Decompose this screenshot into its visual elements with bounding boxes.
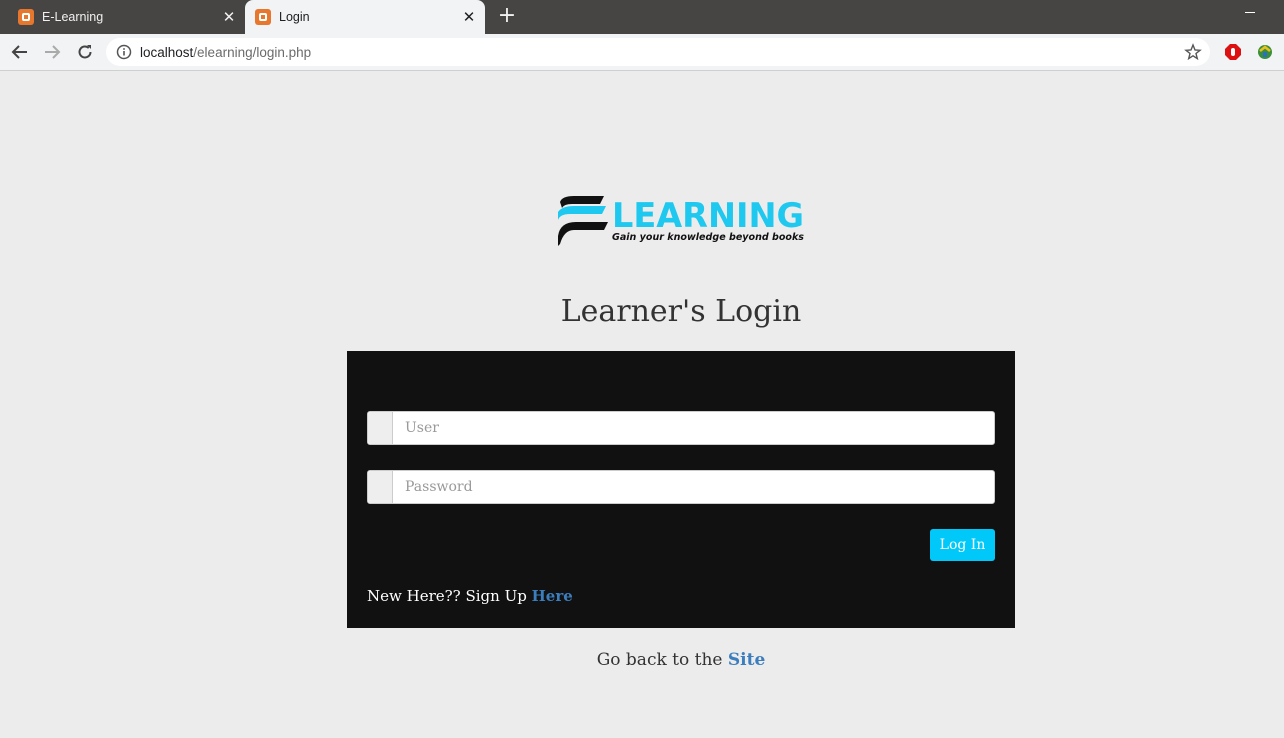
logo-wordmark: LEARNING: [612, 196, 804, 236]
new-tab-icon[interactable]: +: [496, 5, 518, 29]
password-field: [367, 470, 995, 504]
user-field: [367, 411, 995, 445]
go-back-prefix: Go back to the: [596, 650, 723, 670]
signup-link[interactable]: Here: [532, 587, 573, 605]
idm-extension-icon[interactable]: [1256, 43, 1274, 61]
tab-e-learning[interactable]: E-Learning ✕: [8, 0, 245, 34]
signup-prefix: New Here?? Sign Up: [367, 587, 527, 605]
back-arrow-icon[interactable]: [8, 40, 32, 64]
e-learning-logo: LEARNING Gain your knowledge beyond book…: [556, 194, 806, 248]
user-addon: [368, 412, 393, 444]
close-tab-icon[interactable]: ✕: [217, 8, 241, 26]
xampp-favicon-icon: [255, 9, 271, 25]
url-text: localhost/elearning/login.php: [140, 44, 312, 60]
page-title: Learner's Login: [560, 294, 802, 329]
tab-login[interactable]: Login ✕: [245, 0, 485, 34]
login-form: Log In New Here?? Sign Up Here: [347, 351, 1015, 628]
browser-toolbar: localhost/elearning/login.php: [0, 34, 1284, 71]
go-back-text: Go back to the Site: [0, 650, 1284, 670]
signup-text: New Here?? Sign Up Here: [367, 587, 573, 605]
address-bar[interactable]: localhost/elearning/login.php: [106, 38, 1210, 66]
logo-tagline: Gain your knowledge beyond books: [612, 232, 804, 243]
close-tab-icon[interactable]: ✕: [457, 8, 481, 26]
xampp-favicon-icon: [18, 9, 34, 25]
reload-icon[interactable]: [73, 40, 97, 64]
site-link[interactable]: Site: [728, 650, 765, 670]
user-input[interactable]: [393, 412, 994, 444]
login-button[interactable]: Log In: [930, 529, 995, 561]
tab-title: Login: [279, 10, 310, 24]
minimize-window-icon[interactable]: [1238, 12, 1262, 14]
tab-strip: E-Learning ✕ Login ✕ +: [0, 0, 1284, 34]
bookmark-star-icon[interactable]: [1184, 43, 1202, 61]
adblock-extension-icon[interactable]: [1224, 43, 1242, 61]
tab-title: E-Learning: [42, 10, 104, 24]
site-info-icon[interactable]: [116, 44, 132, 60]
password-input[interactable]: [393, 471, 994, 503]
password-addon: [368, 471, 393, 503]
forward-arrow-icon[interactable]: [40, 40, 64, 64]
